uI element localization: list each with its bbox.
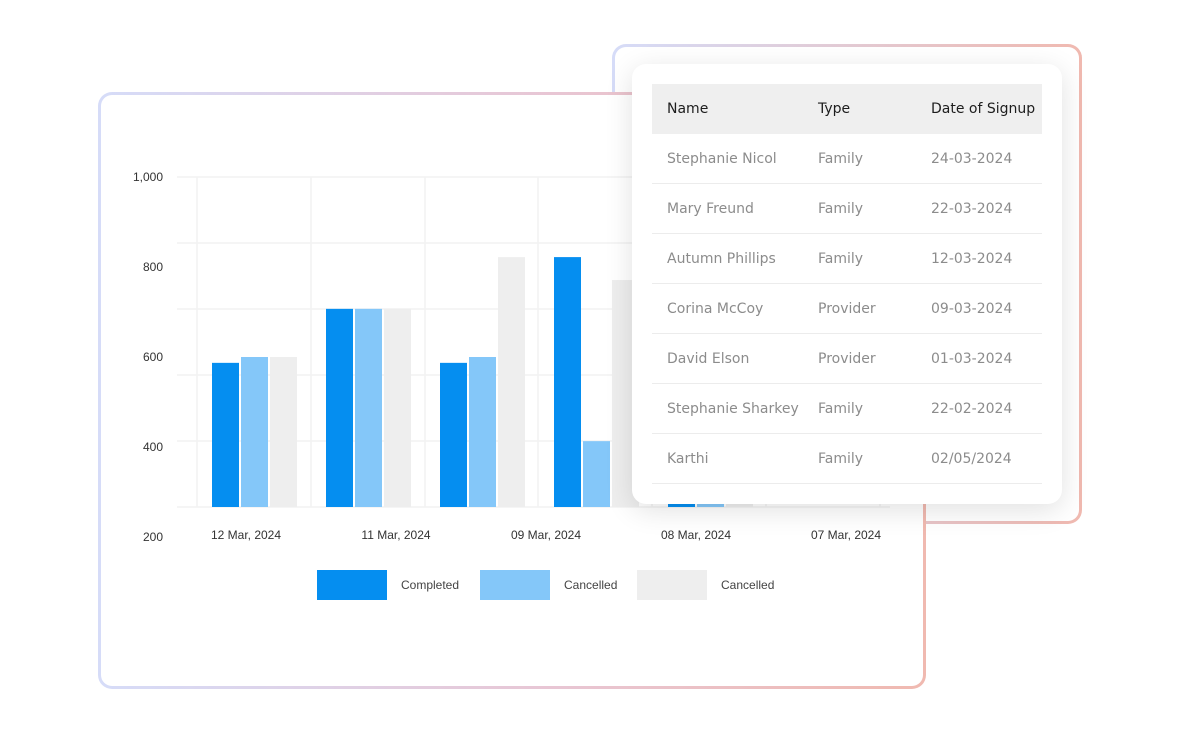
y-tick-label: 800: [143, 260, 163, 274]
bar-completed-1: [326, 308, 353, 507]
cell-date: 22-03-2024: [916, 183, 1042, 234]
cell-name: Stephanie Nicol: [652, 134, 803, 184]
x-tick-label: 07 Mar, 2024: [811, 528, 881, 542]
cell-name: Stephanie Sharkey: [652, 383, 803, 434]
legend-label: Cancelled: [564, 578, 617, 592]
bar-cancelled-1: [384, 308, 411, 507]
bar-completed-3: [554, 257, 581, 507]
y-tick-label: 1,000: [133, 170, 163, 184]
cell-type: Family: [803, 383, 916, 434]
legend-label: Cancelled: [721, 578, 774, 592]
header-name[interactable]: Name: [652, 84, 803, 134]
table-row[interactable]: Stephanie Nicol Family 24-03-2024: [652, 134, 1042, 184]
x-tick-label: 08 Mar, 2024: [661, 528, 731, 542]
table-row[interactable]: Corina McCoy Provider 09-03-2024: [652, 283, 1042, 334]
bar-cancelled-0: [241, 357, 268, 507]
legend-label: Completed: [401, 578, 459, 592]
table-row[interactable]: Autumn Phillips Family 12-03-2024: [652, 233, 1042, 284]
signup-table: Name Type Date of Signup Stephanie Nicol…: [652, 84, 1042, 484]
bar-cancelled-0: [270, 357, 297, 507]
cell-name: Karthi: [652, 433, 803, 484]
x-tick-label: 12 Mar, 2024: [211, 528, 281, 542]
cell-type: Family: [803, 433, 916, 484]
bar-cancelled-3: [583, 441, 610, 507]
cell-type: Family: [803, 183, 916, 234]
cell-name: Mary Freund: [652, 183, 803, 234]
bar-cancelled-2: [498, 257, 525, 507]
cell-date: 01-03-2024: [916, 333, 1042, 384]
cell-type: Provider: [803, 333, 916, 384]
legend-swatch-2: [637, 570, 707, 600]
cell-date: 09-03-2024: [916, 283, 1042, 334]
bar-completed-0: [212, 362, 239, 507]
cell-type: Family: [803, 134, 916, 184]
bar-cancelled-1: [355, 308, 382, 507]
cell-date: 22-02-2024: [916, 383, 1042, 434]
cell-name: Autumn Phillips: [652, 233, 803, 284]
cell-type: Family: [803, 233, 916, 284]
cell-date: 12-03-2024: [916, 233, 1042, 284]
y-tick-label: 600: [143, 350, 163, 364]
table-row[interactable]: Karthi Family 02/05/2024: [652, 433, 1042, 484]
bar-completed-2: [440, 362, 467, 507]
cell-date: 24-03-2024: [916, 134, 1042, 184]
y-tick-label: 400: [143, 440, 163, 454]
cell-date: 02/05/2024: [916, 433, 1042, 484]
legend-swatch-1: [480, 570, 550, 600]
table-row[interactable]: Stephanie Sharkey Family 22-02-2024: [652, 383, 1042, 434]
cell-name: Corina McCoy: [652, 283, 803, 334]
table-header-row: Name Type Date of Signup: [652, 84, 1042, 134]
y-tick-label: 200: [143, 530, 163, 544]
bar-cancelled-2: [469, 357, 496, 507]
cell-type: Provider: [803, 283, 916, 334]
legend-swatch-0: [317, 570, 387, 600]
header-date[interactable]: Date of Signup: [916, 84, 1042, 134]
table-row[interactable]: Mary Freund Family 22-03-2024: [652, 183, 1042, 234]
x-tick-label: 11 Mar, 2024: [361, 528, 430, 542]
header-type[interactable]: Type: [803, 84, 916, 134]
signup-table-card: Name Type Date of Signup Stephanie Nicol…: [632, 64, 1062, 504]
table-row[interactable]: David Elson Provider 01-03-2024: [652, 333, 1042, 384]
x-tick-label: 09 Mar, 2024: [511, 528, 581, 542]
cell-name: David Elson: [652, 333, 803, 384]
